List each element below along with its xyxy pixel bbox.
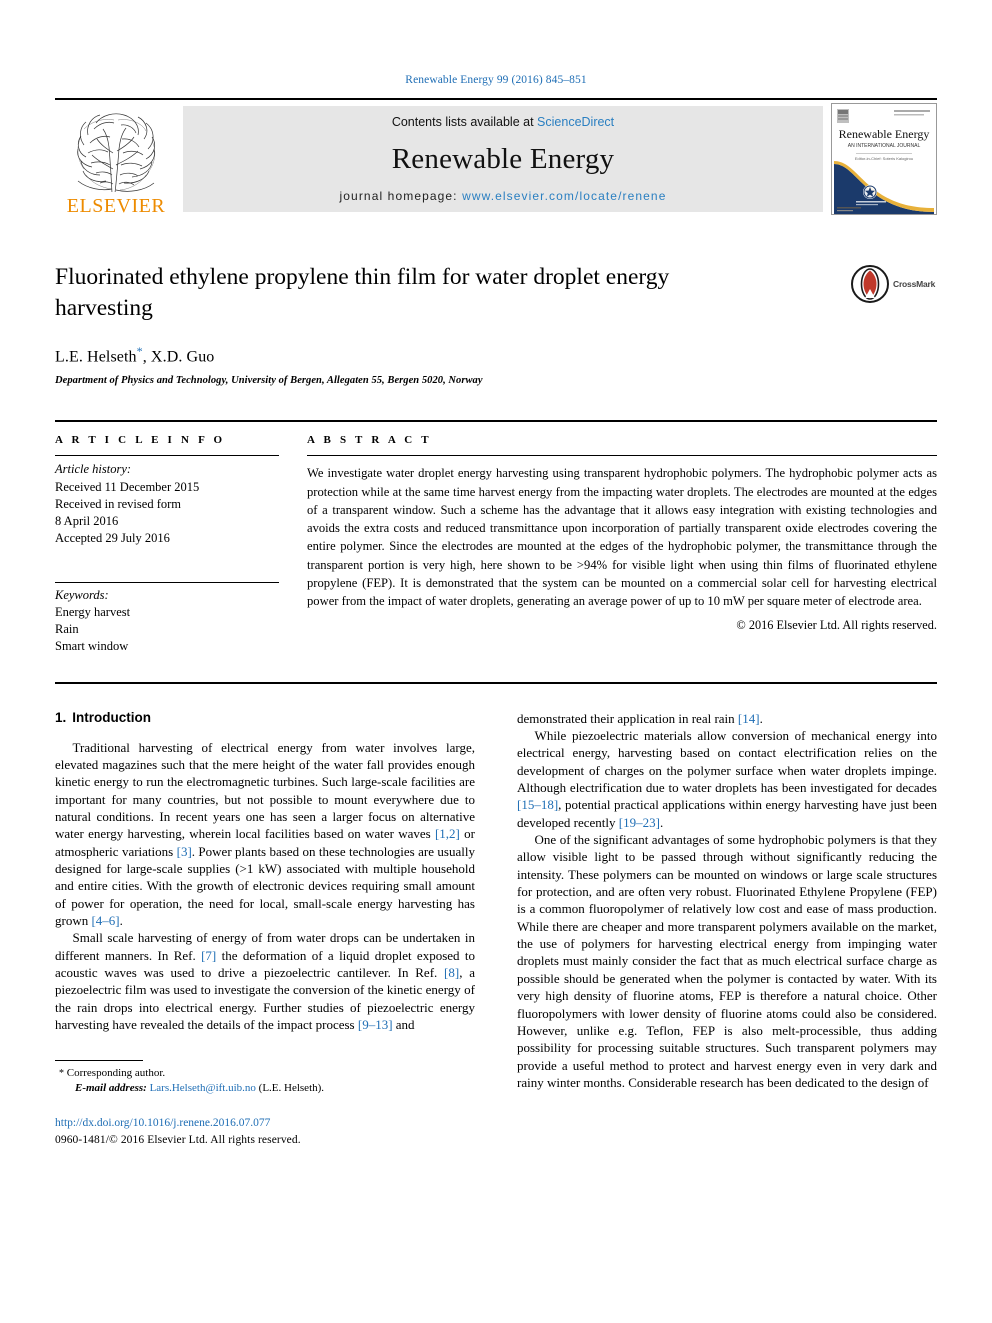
- email-link[interactable]: Lars.Helseth@ift.uib.no: [150, 1082, 256, 1094]
- issn-copyright: 0960-1481/© 2016 Elsevier Ltd. All right…: [55, 1134, 301, 1147]
- abstract-column: A B S T R A C T We investigate water dro…: [307, 434, 937, 655]
- section-number: 1.: [55, 709, 67, 725]
- contents-line: Contents lists available at ScienceDirec…: [392, 115, 614, 129]
- elsevier-wordmark: ELSEVIER: [66, 195, 166, 217]
- keyword-item: Rain: [55, 622, 79, 637]
- journal-homepage-line: journal homepage: www.elsevier.com/locat…: [340, 189, 667, 203]
- doi-link[interactable]: http://dx.doi.org/10.1016/j.renene.2016.…: [55, 1115, 475, 1132]
- email-owner: (L.E. Helseth).: [258, 1082, 325, 1095]
- keyword-item: Energy harvest: [55, 604, 131, 619]
- page-title: Fluorinated ethylene propylene thin film…: [55, 264, 670, 321]
- footnotes: * Corresponding author. E-mail address: …: [55, 1054, 475, 1098]
- homepage-label: journal homepage:: [339, 189, 458, 203]
- body-column-right: demonstrated their application in real r…: [517, 710, 937, 1149]
- email-note: E-mail address: Lars.Helseth@ift.uib.no …: [55, 1081, 475, 1097]
- elsevier-logo: ELSEVIER: [55, 100, 177, 218]
- paragraph: While piezoelectric materials allow conv…: [517, 728, 937, 830]
- body-columns: 1. Introduction Traditional harvesting of…: [55, 681, 937, 1149]
- abstract-text: We investigate water droplet energy harv…: [307, 466, 937, 609]
- history-revised: Received in revised form: [55, 496, 181, 511]
- svg-text:Renewable Energy: Renewable Energy: [839, 127, 930, 141]
- author-secondary: , X.D. Guo: [142, 348, 215, 366]
- article-info-heading: A R T I C L E I N F O: [55, 434, 226, 447]
- journal-masthead: ELSEVIER Contents lists available at Sci…: [55, 98, 937, 218]
- keywords: Keywords: Energy harvest Rain Smart wind…: [55, 587, 279, 656]
- corresponding-author-note: * Corresponding author.: [55, 1066, 475, 1082]
- abstract-copyright: © 2016 Elsevier Ltd. All rights reserved…: [736, 618, 937, 633]
- section-heading-introduction: 1. Introduction: [55, 710, 475, 725]
- paragraph: One of the significant advantages of som…: [517, 832, 937, 1090]
- journal-title: Renewable Energy: [391, 142, 615, 175]
- keyword-item: Smart window: [55, 639, 129, 654]
- info-abstract-block: A R T I C L E I N F O Article history: R…: [55, 420, 937, 655]
- homepage-url-link[interactable]: www.elsevier.com/locate/renene: [462, 189, 666, 203]
- contents-prefix: Contents lists available at: [391, 115, 534, 129]
- section-title: Introduction: [72, 709, 151, 725]
- article-info-column: A R T I C L E I N F O Article history: R…: [55, 434, 307, 655]
- email-label: E-mail address:: [75, 1082, 147, 1095]
- crossmark-badge[interactable]: CrossMark: [851, 262, 937, 306]
- journal-band: Contents lists available at ScienceDirec…: [183, 106, 823, 212]
- history-received: Received 11 December 2015: [55, 479, 200, 494]
- elsevier-tree-icon: [66, 109, 166, 195]
- keywords-rule: [55, 581, 279, 583]
- footnote-rule: [55, 1059, 143, 1061]
- title-column: Fluorinated ethylene propylene thin film…: [55, 262, 851, 386]
- sciencedirect-link[interactable]: ScienceDirect: [537, 115, 614, 129]
- crossmark-label: CrossMark: [893, 279, 936, 289]
- paragraph: Small scale harvesting of energy of from…: [55, 930, 476, 1033]
- doi-block: http://dx.doi.org/10.1016/j.renene.2016.…: [55, 1115, 475, 1148]
- keywords-block: Keywords: Energy harvest Rain Smart wind…: [55, 581, 279, 656]
- affiliation: Department of Physics and Technology, Un…: [55, 375, 483, 387]
- abstract-heading: A B S T R A C T: [307, 434, 432, 447]
- journal-cover-thumbnail: Renewable Energy AN INTERNATIONAL JOURNA…: [831, 103, 937, 215]
- article-history: Article history: Received 11 December 20…: [55, 456, 279, 547]
- history-accepted: Accepted 29 July 2016: [55, 531, 170, 546]
- journal-cover-art: Renewable Energy AN INTERNATIONAL JOURNA…: [832, 104, 936, 214]
- keywords-label: Keywords:: [55, 587, 109, 602]
- paper-page: Renewable Energy 99 (2016) 845–851 ELSEV…: [0, 0, 992, 1323]
- article-history-label: Article history:: [55, 462, 132, 477]
- paragraph: demonstrated their application in real r…: [517, 710, 763, 726]
- body-column-left: 1. Introduction Traditional harvesting of…: [55, 710, 475, 1149]
- author-list: L.E. Helseth*, X.D. Guo: [55, 344, 835, 366]
- corresponding-author-label: Corresponding author.: [66, 1066, 166, 1079]
- svg-text:AN INTERNATIONAL JOURNAL: AN INTERNATIONAL JOURNAL: [848, 143, 921, 149]
- author-primary: L.E. Helseth: [55, 348, 137, 366]
- paragraph: Traditional harvesting of electrical ene…: [55, 739, 475, 929]
- title-block: Fluorinated ethylene propylene thin film…: [55, 262, 937, 386]
- history-revised-date: 8 April 2016: [55, 514, 119, 529]
- svg-text:Editor-in-Chief: Soteris Kalog: Editor-in-Chief: Soteris Kalogirou: [855, 156, 913, 161]
- crossmark-icon: [851, 265, 889, 303]
- footnote-star: *: [59, 1067, 64, 1079]
- running-head: Renewable Energy 99 (2016) 845–851: [405, 74, 587, 86]
